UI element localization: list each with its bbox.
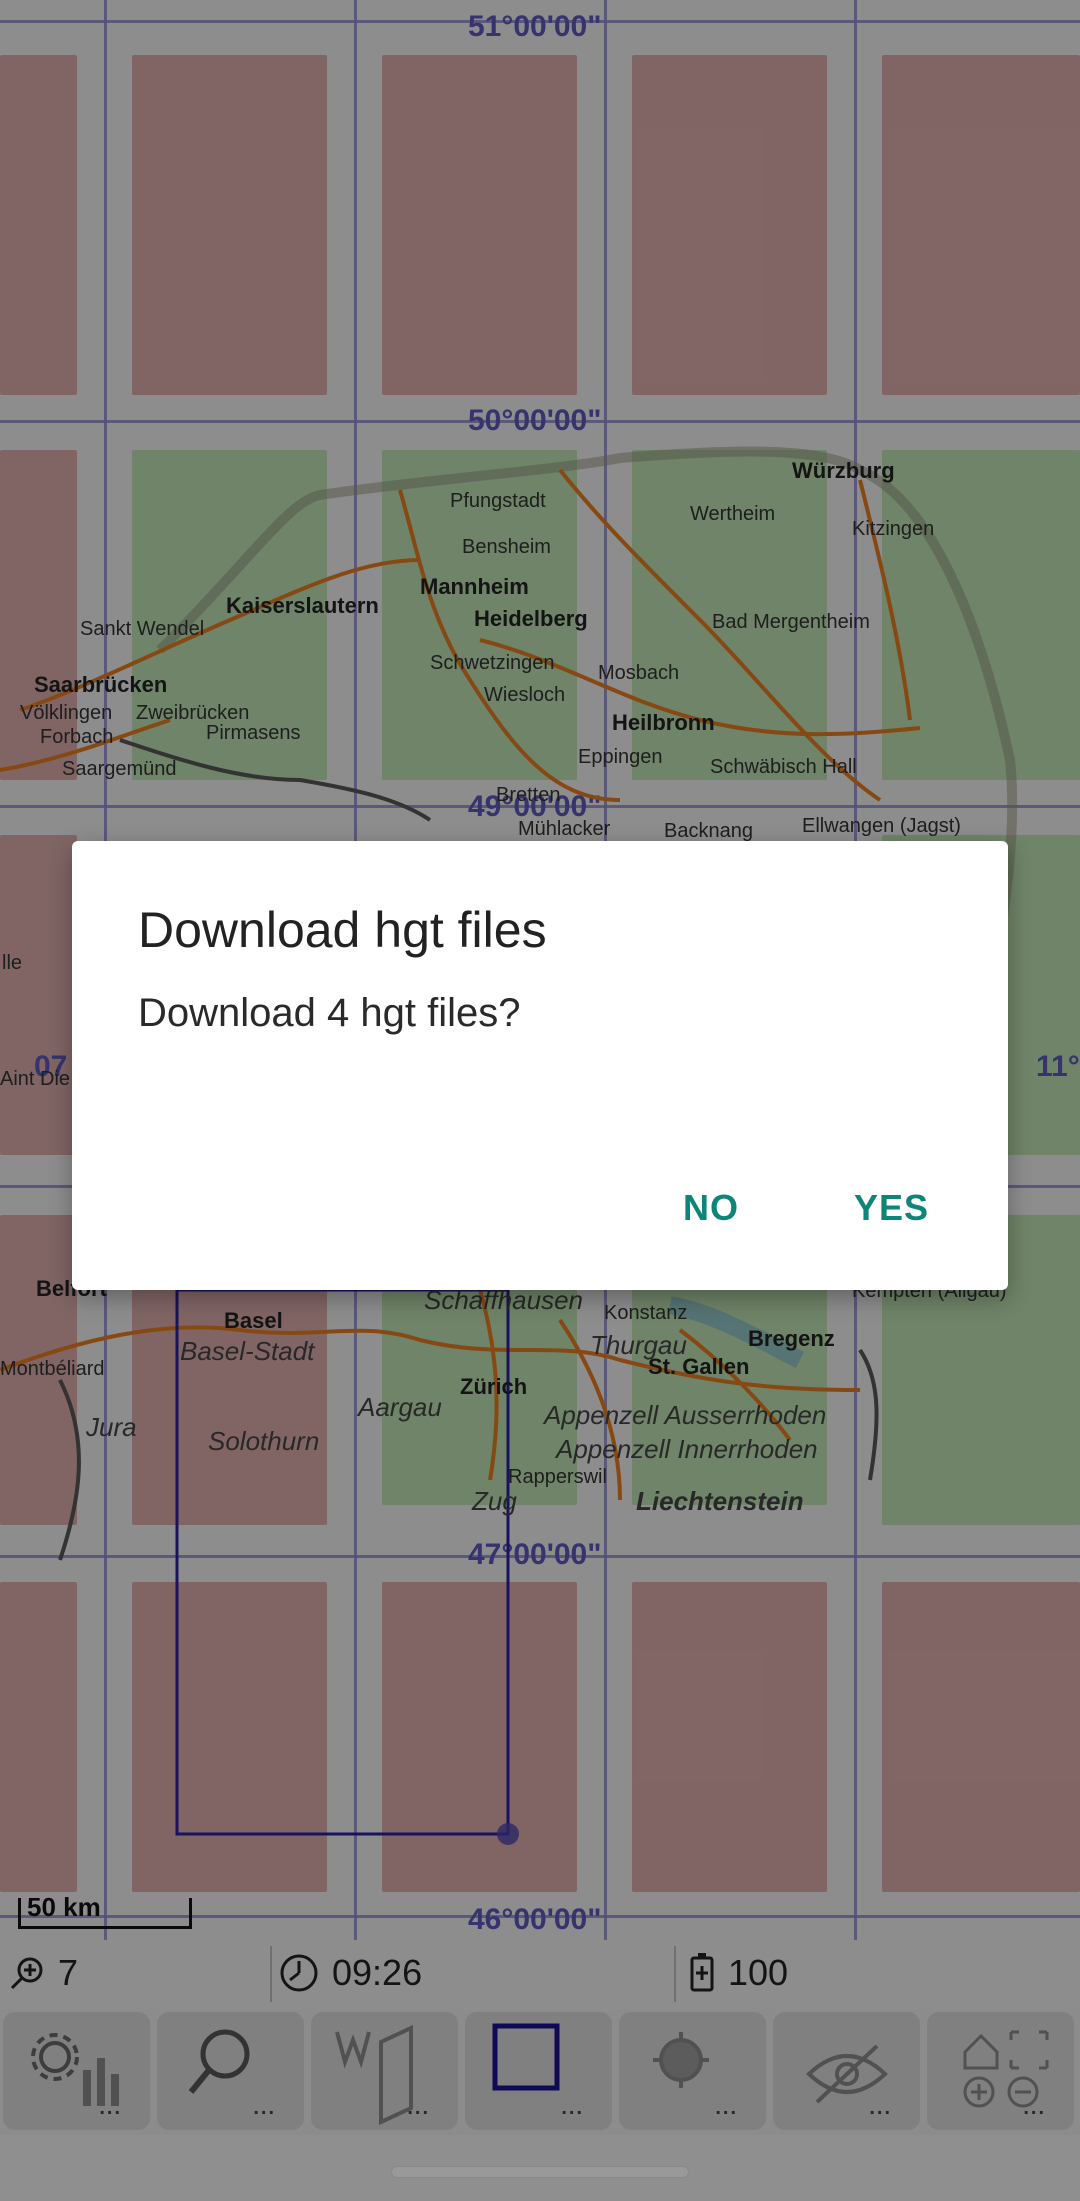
yes-button[interactable]: YES [840,1179,943,1237]
no-button[interactable]: NO [669,1179,753,1237]
download-dialog: Download hgt files Download 4 hgt files?… [72,841,1008,1290]
dialog-message: Download 4 hgt files? [138,991,521,1035]
dialog-title: Download hgt files [138,902,547,958]
